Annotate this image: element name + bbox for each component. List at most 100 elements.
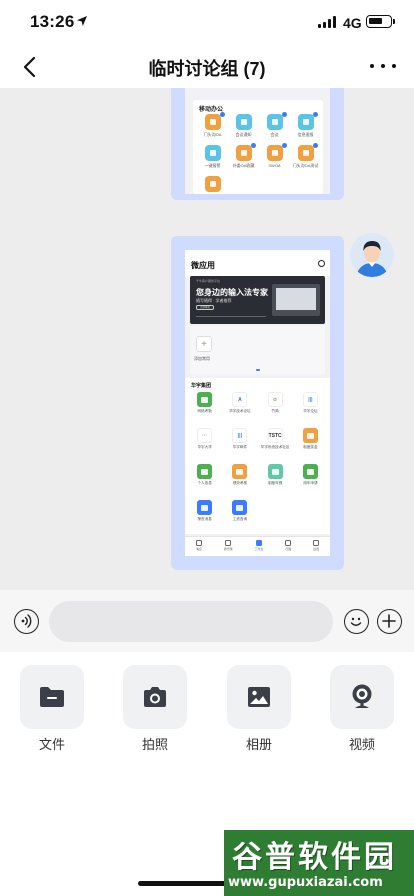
app-label: 一键报警 [204,163,221,168]
plus-icon [382,614,396,628]
tab-icon [225,540,232,546]
smiley-icon [350,617,362,626]
file-label: 文件 [38,737,65,752]
badge-dot [251,143,256,148]
image-message[interactable]: 移动办公 门头沟OA 会议通知 会议 信息速报 一键报警 外委OA收藏 SWOA 门头沟OA测… [171,88,344,200]
mini-app-item: 会议通知 [228,114,259,142]
app-icon [197,500,213,515]
app-label: 竹简 [271,409,279,413]
chat-messages[interactable]: 移动办公 门头沟OA 会议通知 会议 信息速报 一键报警 外委OA收藏 SWOA 门头沟OA测… [0,88,414,590]
tab-icon [195,540,202,546]
status-bar: 13:26 4G [0,0,414,44]
tab-icon [313,540,320,546]
message-input[interactable] [49,601,333,642]
image-message[interactable]: 微应用 千牛客户服务平台 您身边的输入法专家 随写随得 · 学者推荐 立即体验 … [171,236,344,570]
emoji-button[interactable] [344,609,369,634]
mini-tab-item: 消息 [195,537,202,556]
app-icon [297,145,314,161]
status-time: 13:26 [30,12,75,31]
banner-subtitle: 随写随得 · 学者推荐 [196,298,232,303]
mini-app-item: ⊘ 竹简 [258,392,293,424]
app-label: 门头沟OA [203,132,222,137]
app-icon [297,114,314,130]
location-arrow-icon [77,16,87,26]
add-favorite-area: + 添加常用 [190,326,325,374]
site-watermark: 谷普软件园 www.gupuxiazai.com [224,830,414,896]
add-favorite-label: 添加常用 [194,356,210,361]
album-label: 相册 [245,737,272,752]
app-icon: ||| [302,392,318,407]
page-indicator [256,369,260,371]
mini-app-item: SWOA [259,143,290,173]
mini-app-item [197,176,228,204]
monitor-image [272,284,320,316]
image-preview: 移动办公 门头沟OA 会议通知 会议 信息速报 一键报警 外委OA收藏 SWOA 门头沟OA测… [185,88,330,194]
album-tool[interactable]: 相册 [227,665,291,753]
app-label: 用车申请 [303,481,318,485]
badge-dot [220,112,225,117]
mini-app-item: 个人信息 [187,464,222,496]
album-tile[interactable] [227,665,291,729]
more-button[interactable] [370,56,396,76]
app-icon [197,392,213,407]
camera-label: 拍照 [141,737,168,752]
tab-label: 设置 [313,547,320,551]
mini-tab-bar: 消息 通讯录 工作台 日程 设置 [185,536,330,556]
app-icon [266,114,283,130]
app-icon [302,464,318,479]
app-icon [235,145,252,161]
voice-button[interactable] [14,609,39,634]
ad-banner: 千牛客户服务平台 您身边的输入法专家 随写随得 · 学者推荐 立即体验 [190,276,325,324]
app-icon: ⊘ [267,392,283,407]
app-label: 制度奖金 [303,445,318,449]
app-label: 工资查询 [232,517,248,521]
app-icon [232,500,248,515]
mini-tab-item: 工作台 [254,537,264,556]
mini-app-item: ||| 华宇邮件 [222,428,257,460]
mini-app-item: 网络考勤 [187,392,222,424]
search-icon [318,260,325,267]
mini-app-item: 绩效考核 [222,464,257,496]
app-label: 华宇大学 [197,445,212,449]
camera-tile[interactable] [123,665,187,729]
avatar[interactable] [350,233,394,277]
mini-app-item: ||| 华宇论坛 [293,392,328,424]
video-label: 视频 [348,737,375,752]
nav-bar: 临时讨论组 (7) [0,44,414,88]
app-icon [204,114,221,130]
tab-icon [255,540,262,546]
app-icon [235,114,252,130]
tab-label: 工作台 [254,547,264,551]
app-label: 外委OA收藏 [232,163,255,168]
app-icon [197,464,213,479]
banner-button: 立即体验 [196,305,214,310]
more-actions-button[interactable] [377,609,402,634]
app-icon [204,145,221,161]
badge-dot [282,112,287,117]
mini-app-item: 门头沟OA测试 [290,143,321,173]
tab-label: 通讯录 [223,547,233,551]
app-grid: 网络考勤 A 华宇技术论坛 ⊘ 竹简 ||| 华宇论坛 ··· 华宇大学 ||| 华宇邮件 TSTC 华… [187,392,328,532]
battery-level [369,18,383,24]
cellular-signal-icon [318,16,338,28]
add-icon: + [196,336,212,352]
tab-label: 日程 [285,547,292,551]
app-label: 会议 [270,132,279,137]
video-tile[interactable] [330,665,394,729]
image-icon [248,687,270,707]
mobile-office-grid: 门头沟OA 会议通知 会议 信息速报 一键报警 外委OA收藏 SWOA 门头沟OA测试 [197,112,321,204]
battery-icon [366,15,395,28]
mobile-office-card: 移动办公 门头沟OA 会议通知 会议 信息速报 一键报警 外委OA收藏 SWOA 门头沟OA测… [193,100,323,194]
app-label: 门头沟OA测试 [292,163,319,168]
app-icon: ||| [232,428,248,443]
video-tool[interactable]: 视频 [330,665,394,753]
tab-icon [285,540,292,546]
app-label: 华宇技术论坛 [229,409,251,413]
app-label: 华宇系统技术社区 [260,445,290,449]
watermark-title: 谷普软件园 [232,840,397,875]
micro-app-title: 微应用 [191,261,215,270]
app-icon [232,464,248,479]
camera-tool[interactable]: 拍照 [123,665,187,753]
file-tile[interactable] [20,665,84,729]
file-tool[interactable]: 文件 [20,665,84,753]
